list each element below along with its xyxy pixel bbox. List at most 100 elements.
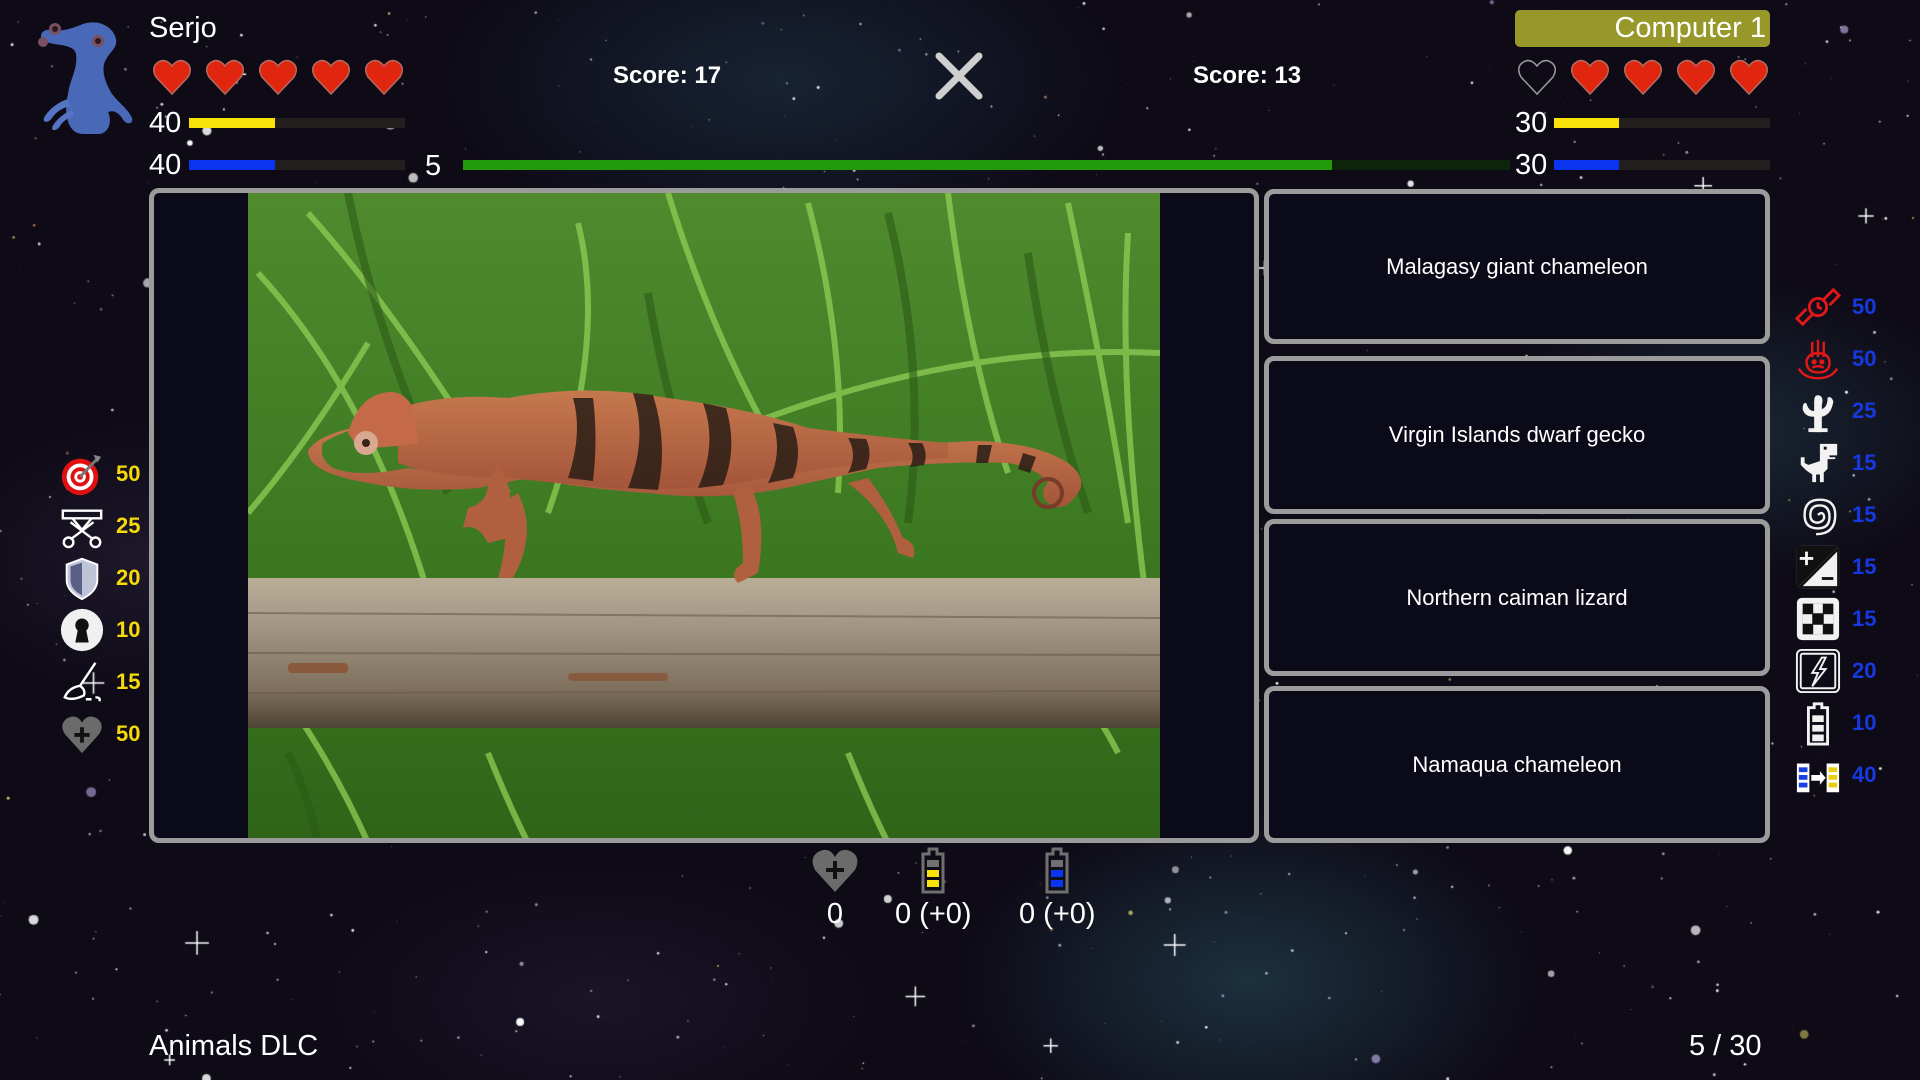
opponent-yellow-energy-bar: [1554, 118, 1770, 128]
mop-icon[interactable]: [58, 658, 106, 706]
player-avatar: [38, 22, 133, 134]
battery-swap-icon[interactable]: [1794, 751, 1842, 799]
powerup-cost: 50: [116, 461, 141, 486]
powerup-cactus[interactable]: 25: [1794, 385, 1876, 437]
heart-full-icon: [1677, 59, 1715, 96]
battery-icon[interactable]: [1794, 699, 1842, 747]
powerup-cost: 20: [1852, 658, 1877, 683]
powerup-hand[interactable]: 50: [1794, 333, 1876, 385]
player-score: Score: 17: [613, 62, 722, 89]
extra-hearts-count: 0: [826, 898, 844, 930]
powerup-mop[interactable]: 15: [58, 656, 140, 708]
opponent-yellow-energy-fill: [1554, 118, 1619, 128]
player-powerups: 50 25 20 10 15 50: [58, 448, 140, 760]
heart-full-icon: [312, 59, 350, 96]
powerup-heart-plus[interactable]: 50: [58, 708, 140, 760]
timer-bar-fill: [463, 160, 1332, 170]
player-name: Serjo: [149, 12, 217, 44]
blue-battery-resource: 0 (+0): [1019, 846, 1096, 931]
powerup-checker[interactable]: 15: [1794, 593, 1876, 645]
powerup-spiral[interactable]: 15: [1794, 489, 1876, 541]
extra-hearts-resource: 0: [809, 846, 861, 931]
powerup-wristwatch[interactable]: 50: [1794, 281, 1876, 333]
heart-full-icon: [206, 59, 244, 96]
powerup-keyhole[interactable]: 10: [58, 604, 140, 656]
opponent-yellow-energy-value: 30: [1515, 107, 1548, 139]
powerup-cost: 20: [116, 565, 141, 590]
close-x-icon[interactable]: [933, 50, 985, 102]
lightning-icon[interactable]: [1794, 647, 1842, 695]
player-yellow-energy-fill: [189, 118, 276, 128]
heart-full-icon: [259, 59, 297, 96]
powerup-cost: 50: [1852, 346, 1877, 371]
heart-full-icon: [1624, 59, 1662, 96]
powerup-cost: 15: [1852, 606, 1877, 631]
blue-battery-icon: [1045, 847, 1069, 894]
powerup-target[interactable]: 50: [58, 448, 140, 500]
powerup-cost: 10: [116, 617, 141, 642]
opponent-powerups: 50 50 25 15 15 15 15 20 10 40: [1794, 281, 1876, 801]
timer-bar: [463, 160, 1510, 170]
powerup-lightning[interactable]: 20: [1794, 645, 1876, 697]
heart-empty-icon: [1518, 59, 1556, 96]
scissors-ribbon-icon[interactable]: [58, 502, 106, 550]
opponent-score: Score: 13: [1193, 62, 1302, 89]
powerup-battery-swap[interactable]: 40: [1794, 749, 1876, 801]
category-label: Animals DLC: [149, 1030, 319, 1062]
powerup-cost: 15: [116, 669, 141, 694]
player-yellow-energy-bar: [189, 118, 405, 128]
powerup-shield[interactable]: 20: [58, 552, 140, 604]
plus-minus-icon[interactable]: [1794, 543, 1842, 591]
target-icon[interactable]: [58, 450, 106, 498]
answer-option-1[interactable]: Malagasy giant chameleon: [1264, 189, 1770, 344]
opponent-blue-energy-bar: [1554, 160, 1770, 170]
keyhole-icon[interactable]: [58, 606, 106, 654]
heart-plus-icon: [812, 849, 858, 892]
shield-icon[interactable]: [58, 554, 106, 602]
chameleon-on-log-photo: [248, 193, 1160, 838]
blue-battery-count: 0 (+0): [1019, 898, 1096, 930]
opponent-blue-energy-value: 30: [1515, 149, 1548, 181]
powerup-cost: 15: [1852, 502, 1877, 527]
yellow-battery-icon: [921, 847, 945, 894]
opponent-blue-energy-fill: [1554, 160, 1619, 170]
player-lives: [152, 58, 404, 96]
hand-icon[interactable]: [1794, 335, 1842, 383]
wristwatch-icon[interactable]: [1794, 283, 1842, 331]
player-yellow-energy-value: 40: [149, 107, 182, 139]
player-blue-energy-fill: [189, 160, 276, 170]
powerup-cost: 50: [116, 721, 141, 746]
powerup-cost: 25: [1852, 398, 1877, 423]
dinosaur-icon[interactable]: [1794, 439, 1842, 487]
cactus-icon[interactable]: [1794, 387, 1842, 435]
spiral-icon[interactable]: [1794, 491, 1842, 539]
powerup-dinosaur[interactable]: 15: [1794, 437, 1876, 489]
powerup-cost: 40: [1852, 762, 1877, 787]
heart-plus-icon[interactable]: [58, 710, 106, 758]
opponent-lives: [1517, 58, 1769, 96]
question-image-panel: [149, 188, 1259, 843]
powerup-cost: 25: [116, 513, 141, 538]
powerup-cost: 15: [1852, 554, 1877, 579]
answer-option-2[interactable]: Virgin Islands dwarf gecko: [1264, 356, 1770, 514]
powerup-cost: 50: [1852, 294, 1877, 319]
heart-full-icon: [1730, 59, 1768, 96]
answer-option-3[interactable]: Northern caiman lizard: [1264, 519, 1770, 676]
question-progress: 5 / 30: [1689, 1030, 1762, 1062]
powerup-cost: 15: [1852, 450, 1877, 475]
powerup-plus-minus[interactable]: 15: [1794, 541, 1876, 593]
opponent-name-badge: Computer 1: [1515, 10, 1770, 47]
heart-full-icon: [365, 59, 403, 96]
heart-full-icon: [153, 59, 191, 96]
checker-icon[interactable]: [1794, 595, 1842, 643]
player-blue-energy-value: 40: [149, 149, 182, 181]
powerup-scissors-ribbon[interactable]: 25: [58, 500, 140, 552]
yellow-battery-count: 0 (+0): [895, 898, 972, 930]
powerup-battery[interactable]: 10: [1794, 697, 1876, 749]
yellow-battery-resource: 0 (+0): [895, 846, 972, 931]
timer-seconds: 5: [425, 150, 442, 182]
answer-option-4[interactable]: Namaqua chameleon: [1264, 686, 1770, 843]
player-blue-energy-bar: [189, 160, 405, 170]
powerup-cost: 10: [1852, 710, 1877, 735]
heart-full-icon: [1571, 59, 1609, 96]
